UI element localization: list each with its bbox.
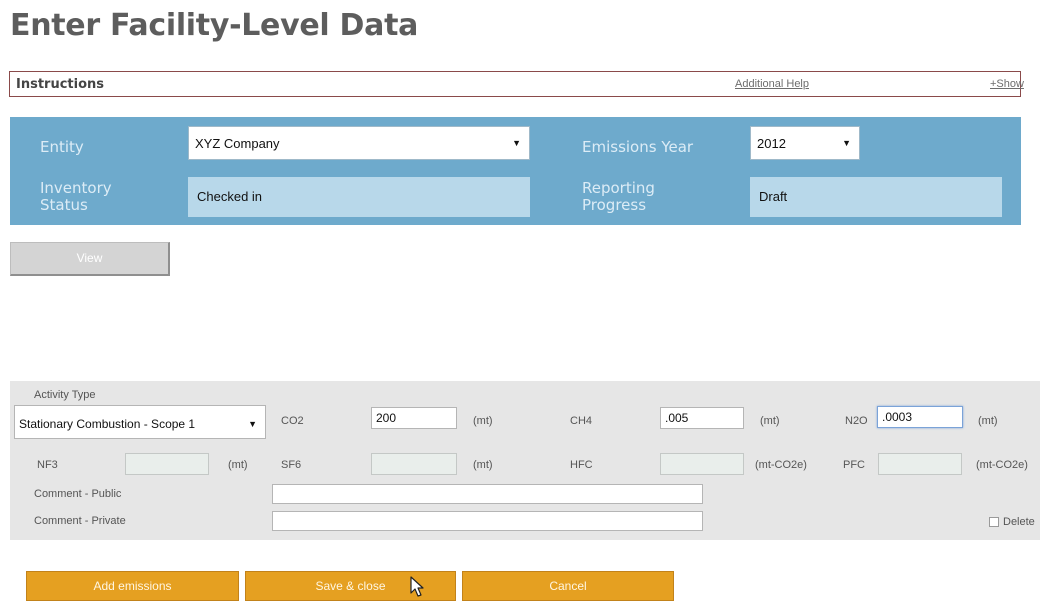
comment-public-label: Comment - Public	[34, 488, 122, 500]
instructions-label: Instructions	[16, 77, 105, 92]
instructions-bar: Instructions Additional Help +Show	[9, 71, 1024, 97]
mouse-cursor-icon	[410, 576, 424, 597]
inventory-status-field: Checked in	[188, 177, 530, 217]
activity-type-value: Stationary Combustion - Scope 1	[19, 417, 196, 431]
sf6-unit: (mt)	[473, 459, 493, 471]
ch4-label: CH4	[570, 415, 593, 427]
emissions-year-value: 2012	[757, 136, 786, 151]
reporting-progress-label-line1: Reporting	[582, 179, 655, 197]
reporting-progress-value: Draft	[759, 189, 788, 204]
cancel-button[interactable]: Cancel	[462, 571, 674, 601]
sf6-input[interactable]	[371, 453, 457, 475]
co2-input[interactable]: 200	[371, 407, 457, 429]
pfc-label: PFC	[843, 459, 865, 471]
ch4-unit: (mt)	[760, 415, 780, 427]
hfc-label: HFC	[570, 459, 593, 471]
entity-select[interactable]: XYZ Company ▼	[188, 126, 530, 160]
page-title: Enter Facility-Level Data	[10, 8, 419, 43]
co2-label: CO2	[281, 415, 304, 427]
inventory-status-label-line1: Inventory	[40, 179, 112, 197]
additional-help-link[interactable]: Additional Help	[735, 78, 809, 90]
ch4-value: .005	[665, 411, 689, 425]
n2o-input[interactable]: .0003	[877, 406, 963, 428]
pfc-unit: (mt-CO2e)	[976, 459, 1028, 471]
entity-header-panel: Entity XYZ Company ▼ Emissions Year 2012…	[10, 117, 1021, 225]
n2o-unit: (mt)	[978, 415, 998, 427]
view-button[interactable]: View	[10, 242, 170, 276]
emissions-year-label: Emissions Year	[582, 138, 694, 156]
hfc-input[interactable]	[660, 453, 744, 475]
show-instructions-link[interactable]: +Show	[990, 78, 1024, 90]
n2o-value: .0003	[882, 410, 913, 424]
reporting-progress-label: Reporting Progress	[582, 180, 655, 214]
co2-unit: (mt)	[473, 415, 493, 427]
activity-type-label: Activity Type	[34, 389, 96, 401]
inventory-status-value: Checked in	[197, 189, 263, 204]
chevron-down-icon: ▼	[842, 138, 851, 148]
entity-value: XYZ Company	[195, 136, 280, 151]
chevron-down-icon: ▼	[248, 419, 257, 429]
chevron-down-icon: ▼	[512, 138, 521, 148]
n2o-label: N2O	[845, 415, 868, 427]
add-emissions-button[interactable]: Add emissions	[26, 571, 239, 601]
reporting-progress-field: Draft	[750, 177, 1002, 217]
comment-private-label: Comment - Private	[34, 515, 126, 527]
entity-label: Entity	[40, 138, 84, 156]
nf3-input[interactable]	[125, 453, 209, 475]
inventory-status-label: Inventory Status	[40, 180, 112, 214]
co2-value: 200	[376, 411, 397, 425]
ch4-input[interactable]: .005	[660, 407, 744, 429]
pfc-input[interactable]	[878, 453, 962, 475]
hfc-unit: (mt-CO2e)	[755, 459, 807, 471]
reporting-progress-label-line2: Progress	[582, 196, 647, 214]
delete-checkbox[interactable]	[989, 517, 999, 527]
sf6-label: SF6	[281, 459, 302, 471]
comment-private-input[interactable]	[272, 511, 703, 531]
nf3-unit: (mt)	[228, 459, 248, 471]
comment-public-input[interactable]	[272, 484, 703, 504]
delete-label: Delete	[1003, 516, 1035, 528]
emissions-year-select[interactable]: 2012 ▼	[750, 126, 860, 160]
activity-type-select[interactable]: Stationary Combustion - Scope 1 ▼	[14, 405, 266, 439]
inventory-status-label-line2: Status	[40, 196, 88, 214]
nf3-label: NF3	[37, 459, 58, 471]
